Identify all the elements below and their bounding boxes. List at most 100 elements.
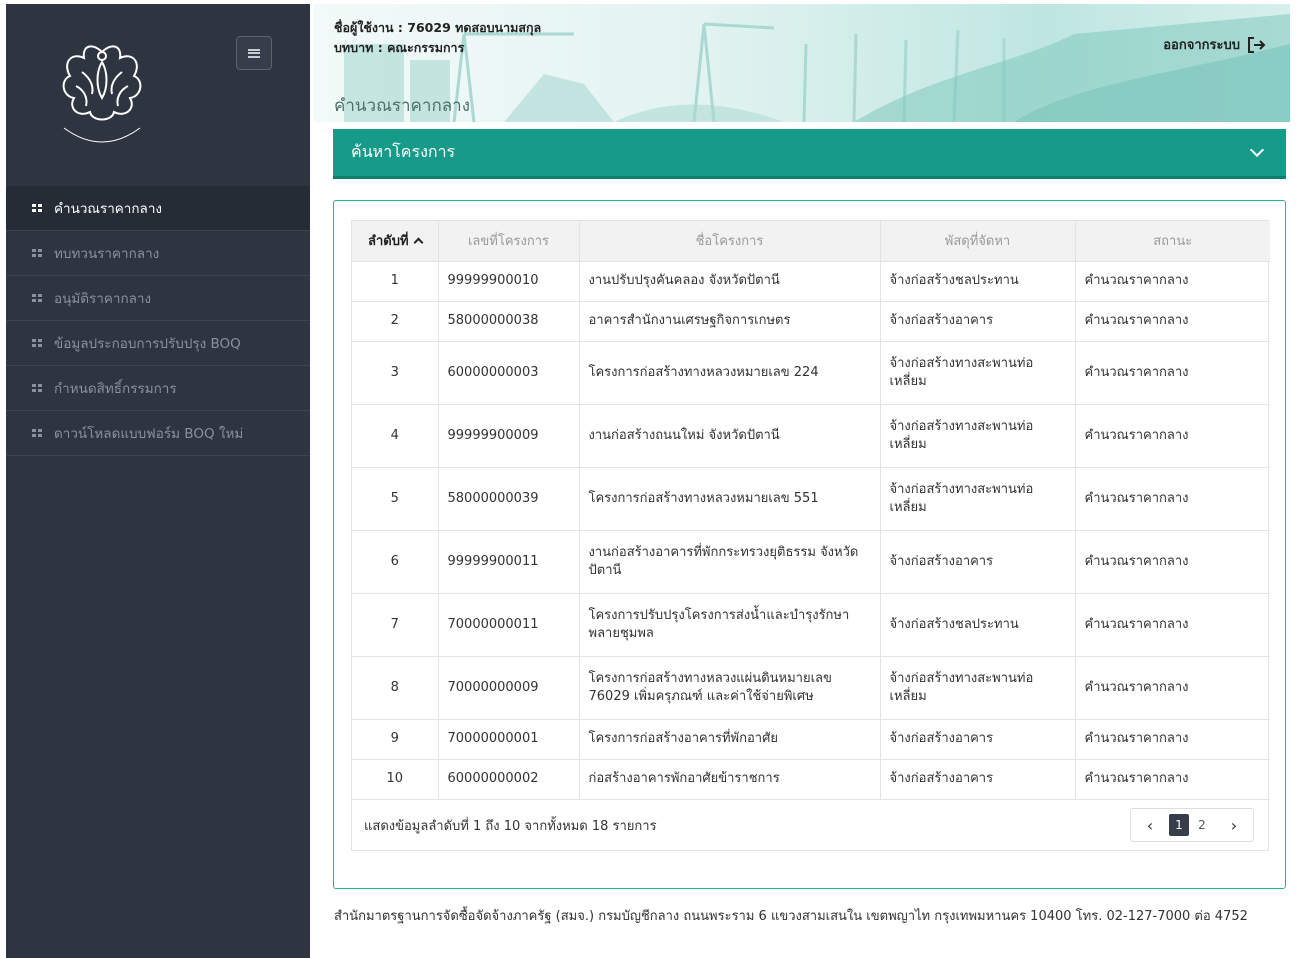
chevron-down-icon[interactable] [1249,142,1265,158]
hamburger-icon [248,48,260,58]
cell-status: คำนวณราคากลาง [1075,467,1270,531]
search-panel-title: ค้นหาโครงการ [351,142,456,161]
comptroller-general-logo [62,45,142,143]
pagination-next-button[interactable]: › [1215,809,1253,841]
grid-icon [32,294,42,302]
grid-icon [32,249,42,257]
cell-project-number: 70000000011 [438,593,580,657]
cell-status: คำนวณราคากลาง [1075,530,1270,594]
cell-project-name: โครงการก่อสร้างทางหลวงหมายเลข 224 [579,341,881,405]
grid-icon [32,384,42,392]
search-project-panel[interactable]: ค้นหาโครงการ [333,129,1286,179]
cell-project-number: 60000000003 [438,341,580,405]
cell-sequence: 8 [352,656,439,720]
user-info: ชื่อผู้ใช้งาน : 76029 ทดสอบนามสกุล [334,20,542,35]
cell-status: คำนวณราคากลาง [1075,341,1270,405]
table-row[interactable]: 2 58000000038 อาคารสำนักงานเศรษฐกิจการเก… [352,301,1270,342]
pagination-page-2[interactable]: 2 [1189,809,1215,841]
footer-address: สำนักมาตรฐานการจัดซื้อจัดจ้างภาครัฐ (สมจ… [334,909,1248,924]
project-table: ลำดับที่ เลขที่โครงการ ชื่อโครงการ พัสดุ… [352,221,1270,800]
cell-project-name: ก่อสร้างอาคารพักอาศัยข้าราชการ [579,759,881,800]
sidebar-item-calculate-median-price[interactable]: คำนวณราคากลาง [6,186,310,231]
sidebar-item-label: ข้อมูลประกอบการปรับปรุง BOQ [54,336,241,352]
table-row[interactable]: 8 70000000009 โครงการก่อสร้างทางหลวงแผ่น… [352,656,1270,720]
column-header-sequence[interactable]: ลำดับที่ [352,221,439,262]
cell-project-name: อาคารสำนักงานเศรษฐกิจการเกษตร [579,301,881,342]
cell-sequence: 2 [352,301,439,342]
grid-icon [32,204,42,212]
cell-project-name: งานปรับปรุงคันคลอง จังหวัดปัตานี [579,261,881,302]
pagination: ‹ 1 2 › [1130,808,1254,842]
table-footer: แสดงข้อมูลลำดับที่ 1 ถึง 10 จากทั้งหมด 1… [352,800,1268,850]
cell-procurement-item: จ้างก่อสร้างทางสะพานท่อเหลี่ยม [880,404,1076,468]
cell-status: คำนวณราคากลาง [1075,593,1270,657]
cell-project-number: 70000000001 [438,719,580,760]
cell-project-name: งานก่อสร้างถนนใหม่ จังหวัดปัตานี [579,404,881,468]
cell-sequence: 1 [352,261,439,302]
cell-project-name: โครงการก่อสร้างอาคารที่พักอาศัย [579,719,881,760]
cell-sequence: 9 [352,719,439,760]
cell-procurement-item: จ้างก่อสร้างทางสะพานท่อเหลี่ยม [880,341,1076,405]
cell-procurement-item: จ้างก่อสร้างชลประทาน [880,593,1076,657]
cell-project-number: 99999900009 [438,404,580,468]
sidebar: คำนวณราคากลาง ทบทวนราคากลาง อนุมัติราคาก… [6,4,310,958]
cell-sequence: 10 [352,759,439,800]
cell-status: คำนวณราคากลาง [1075,261,1270,302]
sidebar-item-approve-median-price[interactable]: อนุมัติราคากลาง [6,276,310,321]
cell-procurement-item: จ้างก่อสร้างอาคาร [880,301,1076,342]
cell-status: คำนวณราคากลาง [1075,301,1270,342]
column-header-procurement-item[interactable]: พัสดุที่จัดหา [880,221,1076,262]
cell-status: คำนวณราคากลาง [1075,759,1270,800]
sidebar-item-committee-permissions[interactable]: กำหนดสิทธิ์กรรมการ [6,366,310,411]
sidebar-item-boq-update-data[interactable]: ข้อมูลประกอบการปรับปรุง BOQ [6,321,310,366]
cell-project-number: 58000000039 [438,467,580,531]
logout-label: ออกจากระบบ [1163,38,1240,53]
cell-project-number: 58000000038 [438,301,580,342]
sidebar-item-review-median-price[interactable]: ทบทวนราคากลาง [6,231,310,276]
cell-project-name: โครงการก่อสร้างทางหลวงแผ่นดินหมายเลข 760… [579,656,881,720]
sidebar-item-label: ดาวน์โหลดแบบฟอร์ม BOQ ใหม่ [54,426,244,442]
table-row[interactable]: 4 99999900009 งานก่อสร้างถนนใหม่ จังหวัด… [352,404,1270,468]
results-box: ลำดับที่ เลขที่โครงการ ชื่อโครงการ พัสดุ… [333,200,1286,889]
cell-project-name: โครงการปรับปรุงโครงการส่งน้ำและบำรุงรักษ… [579,593,881,657]
cell-status: คำนวณราคากลาง [1075,719,1270,760]
table-row[interactable]: 5 58000000039 โครงการก่อสร้างทางหลวงหมาย… [352,467,1270,531]
table-row[interactable]: 9 70000000001 โครงการก่อสร้างอาคารที่พัก… [352,719,1270,760]
cell-procurement-item: จ้างก่อสร้างทางสะพานท่อเหลี่ยม [880,467,1076,531]
cell-sequence: 6 [352,530,439,594]
cell-sequence: 5 [352,467,439,531]
pagination-prev-button[interactable]: ‹ [1131,809,1169,841]
sidebar-item-label: คำนวณราคากลาง [54,201,163,217]
cell-status: คำนวณราคากลาง [1075,656,1270,720]
cell-procurement-item: จ้างก่อสร้างทางสะพานท่อเหลี่ยม [880,656,1076,720]
logout-button[interactable]: ออกจากระบบ [1163,34,1266,55]
project-table-container: ลำดับที่ เลขที่โครงการ ชื่อโครงการ พัสดุ… [351,220,1270,851]
column-header-project-name[interactable]: ชื่อโครงการ [579,221,881,262]
menu-toggle-button[interactable] [236,36,272,70]
sidebar-item-download-boq-form[interactable]: ดาวน์โหลดแบบฟอร์ม BOQ ใหม่ [6,411,310,456]
column-header-project-number[interactable]: เลขที่โครงการ [438,221,580,262]
pagination-page-1[interactable]: 1 [1169,814,1189,836]
table-row[interactable]: 6 99999900011 งานก่อสร้างอาคารที่พักกระท… [352,530,1270,594]
cell-procurement-item: จ้างก่อสร้างอาคาร [880,759,1076,800]
pagination-info: แสดงข้อมูลลำดับที่ 1 ถึง 10 จากทั้งหมด 1… [364,818,657,834]
logout-icon [1248,36,1266,53]
sort-ascending-icon [413,237,423,248]
header-banner: ชื่อผู้ใช้งาน : 76029 ทดสอบนามสกุล บทบาท… [314,4,1290,122]
column-header-status[interactable]: สถานะ [1075,221,1270,262]
cell-project-number: 60000000002 [438,759,580,800]
cell-procurement-item: จ้างก่อสร้างชลประทาน [880,261,1076,302]
table-row[interactable]: 10 60000000002 ก่อสร้างอาคารพักอาศัยข้าร… [352,759,1270,800]
cell-status: คำนวณราคากลาง [1075,404,1270,468]
page-title: คำนวณราคากลาง [334,96,471,116]
sidebar-nav: คำนวณราคากลาง ทบทวนราคากลาง อนุมัติราคาก… [6,186,310,456]
sidebar-item-label: อนุมัติราคากลาง [54,291,152,307]
cell-sequence: 4 [352,404,439,468]
grid-icon [32,429,42,437]
table-row[interactable]: 7 70000000011 โครงการปรับปรุงโครงการส่งน… [352,593,1270,657]
cell-procurement-item: จ้างก่อสร้างอาคาร [880,530,1076,594]
sidebar-item-label: กำหนดสิทธิ์กรรมการ [54,381,177,397]
table-row[interactable]: 3 60000000003 โครงการก่อสร้างทางหลวงหมาย… [352,341,1270,405]
sidebar-item-label: ทบทวนราคากลาง [54,246,160,262]
table-row[interactable]: 1 99999900010 งานปรับปรุงคันคลอง จังหวัด… [352,261,1270,302]
